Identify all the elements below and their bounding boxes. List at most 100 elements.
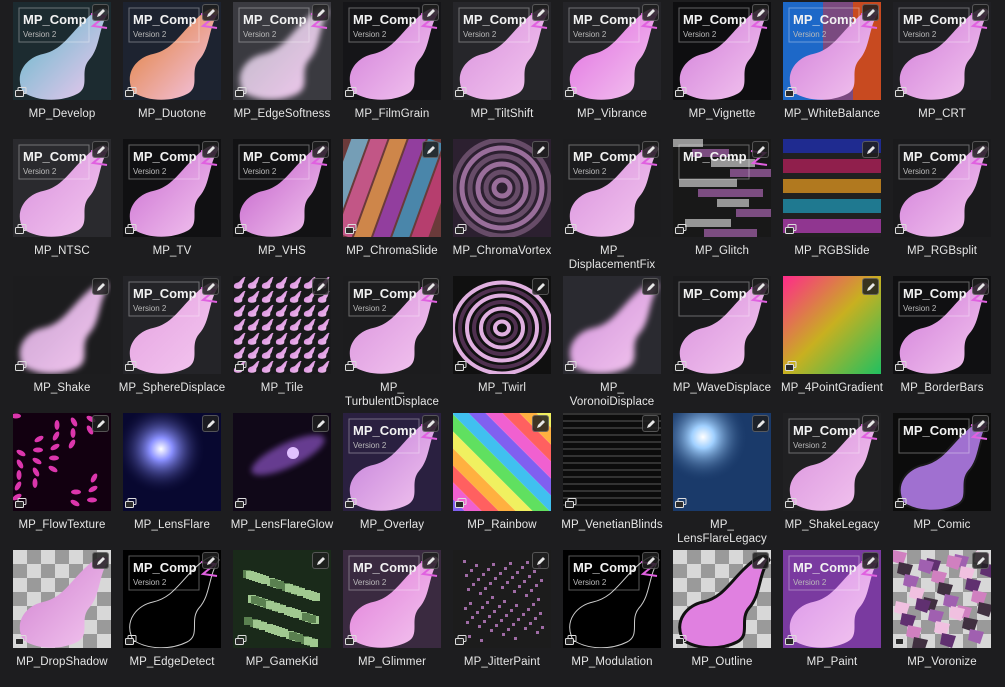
pencil-edit-icon[interactable]: [532, 552, 549, 569]
preset-thumbnail[interactable]: MP_Comp Version 2: [563, 550, 661, 648]
pencil-edit-icon[interactable]: [92, 141, 109, 158]
preset-thumbnail[interactable]: [233, 276, 331, 374]
preset-tile[interactable]: MP_Tile: [230, 276, 340, 413]
pencil-edit-icon[interactable]: [312, 552, 329, 569]
preset-tile[interactable]: MP_Comp Version 2 MP_EdgeSoftness: [230, 2, 340, 139]
preset-thumbnail[interactable]: [453, 550, 551, 648]
pencil-edit-icon[interactable]: [312, 141, 329, 158]
pencil-edit-icon[interactable]: [862, 278, 879, 295]
preset-thumbnail[interactable]: MP_Comp Version 2: [343, 2, 441, 100]
pencil-edit-icon[interactable]: [862, 415, 879, 432]
preset-thumbnail[interactable]: MP_Comp Version 2: [453, 2, 551, 100]
preset-tile[interactable]: MP_Twirl: [450, 276, 560, 413]
preset-tile[interactable]: MP_Comp Version 2 MP_Vignette: [670, 2, 780, 139]
pencil-edit-icon[interactable]: [532, 4, 549, 21]
preset-thumbnail[interactable]: MP_Comp Version 2: [893, 2, 991, 100]
pencil-edit-icon[interactable]: [752, 4, 769, 21]
preset-thumbnail[interactable]: [783, 276, 881, 374]
pencil-edit-icon[interactable]: [92, 415, 109, 432]
pencil-edit-icon[interactable]: [752, 415, 769, 432]
preset-tile[interactable]: MP_DropShadow: [10, 550, 120, 687]
preset-tile[interactable]: MP_Shake: [10, 276, 120, 413]
preset-thumbnail[interactable]: [233, 550, 331, 648]
preset-thumbnail[interactable]: MP_Comp Version 2: [893, 276, 991, 374]
preset-tile[interactable]: MP_Comp Version 2 MP_SphereDisplace: [119, 276, 230, 413]
preset-thumbnail[interactable]: MP_Comp Version 2: [563, 139, 661, 237]
preset-tile[interactable]: MP_4PointGradient: [780, 276, 890, 413]
preset-tile[interactable]: MP_Comp Version 2 MP_NTSC: [10, 139, 120, 276]
pencil-edit-icon[interactable]: [862, 552, 879, 569]
preset-thumbnail[interactable]: [893, 550, 991, 648]
preset-thumbnail[interactable]: [783, 139, 881, 237]
preset-tile[interactable]: MP_ VoronoiDisplace: [560, 276, 670, 413]
preset-tile[interactable]: MP_Comp Version 2 MP_TiltShift: [450, 2, 560, 139]
preset-tile[interactable]: MP_Comp Version 2 MP_ShakeLegacy: [780, 413, 890, 550]
preset-tile[interactable]: MP_Comp Version 2 MP_TV: [120, 139, 230, 276]
pencil-edit-icon[interactable]: [422, 552, 439, 569]
preset-tile[interactable]: MP_Comp Version 2 MP_ TurbulentDisplace: [340, 276, 450, 413]
preset-tile[interactable]: MP_RGBSlide: [780, 139, 890, 276]
preset-thumbnail[interactable]: MP_Comp Version 2: [783, 413, 881, 511]
pencil-edit-icon[interactable]: [862, 4, 879, 21]
preset-thumbnail[interactable]: [563, 276, 661, 374]
pencil-edit-icon[interactable]: [972, 552, 989, 569]
preset-thumbnail[interactable]: MP_Comp Version 2: [233, 139, 331, 237]
preset-tile[interactable]: MP_LensFlare: [120, 413, 230, 550]
pencil-edit-icon[interactable]: [972, 4, 989, 21]
pencil-edit-icon[interactable]: [972, 278, 989, 295]
pencil-edit-icon[interactable]: [642, 415, 659, 432]
preset-tile[interactable]: MP_LensFlareGlow: [230, 413, 340, 550]
pencil-edit-icon[interactable]: [202, 552, 219, 569]
preset-thumbnail[interactable]: [673, 550, 771, 648]
preset-thumbnail[interactable]: [453, 139, 551, 237]
preset-tile[interactable]: MP_Comp Version 2 MP_Paint: [780, 550, 890, 687]
preset-tile[interactable]: MP_JitterPaint: [450, 550, 560, 687]
preset-tile[interactable]: MP_ LensFlareLegacy: [670, 413, 780, 550]
pencil-edit-icon[interactable]: [202, 278, 219, 295]
pencil-edit-icon[interactable]: [312, 415, 329, 432]
preset-tile[interactable]: MP_GameKid: [230, 550, 340, 687]
preset-thumbnail[interactable]: MP_Comp Version 2: [13, 139, 111, 237]
preset-tile[interactable]: MP_Outline: [670, 550, 780, 687]
preset-thumbnail[interactable]: [453, 413, 551, 511]
pencil-edit-icon[interactable]: [532, 278, 549, 295]
pencil-edit-icon[interactable]: [422, 141, 439, 158]
pencil-edit-icon[interactable]: [862, 141, 879, 158]
preset-tile[interactable]: MP_Comp Version 2 MP_Develop: [10, 2, 120, 139]
preset-thumbnail[interactable]: [13, 276, 111, 374]
preset-tile[interactable]: MP_Comp Version 2 MP_WhiteBalance: [780, 2, 890, 139]
preset-thumbnail[interactable]: MP_Comp Version 2: [783, 550, 881, 648]
preset-thumbnail[interactable]: [453, 276, 551, 374]
pencil-edit-icon[interactable]: [972, 141, 989, 158]
preset-thumbnail[interactable]: MP_Comp: [673, 276, 771, 374]
preset-thumbnail[interactable]: [343, 139, 441, 237]
preset-thumbnail[interactable]: MP_Comp Version 2: [13, 2, 111, 100]
pencil-edit-icon[interactable]: [752, 141, 769, 158]
preset-thumbnail[interactable]: [123, 413, 221, 511]
preset-tile[interactable]: MP_Comp MP_Glitch: [670, 139, 780, 276]
pencil-edit-icon[interactable]: [202, 141, 219, 158]
preset-thumbnail[interactable]: MP_Comp Version 2: [343, 413, 441, 511]
preset-tile[interactable]: MP_Comp MP_WaveDisplace: [670, 276, 780, 413]
pencil-edit-icon[interactable]: [92, 4, 109, 21]
pencil-edit-icon[interactable]: [752, 278, 769, 295]
preset-tile[interactable]: MP_Comp Version 2 MP_ DisplacementFix: [560, 139, 670, 276]
pencil-edit-icon[interactable]: [972, 415, 989, 432]
preset-thumbnail[interactable]: [563, 413, 661, 511]
preset-thumbnail[interactable]: [13, 413, 111, 511]
preset-tile[interactable]: MP_FlowTexture: [10, 413, 120, 550]
preset-thumbnail[interactable]: [673, 413, 771, 511]
preset-thumbnail[interactable]: MP_Comp Version 2: [563, 2, 661, 100]
preset-tile[interactable]: MP_Comp Version 2 MP_Glimmer: [340, 550, 450, 687]
preset-thumbnail[interactable]: [13, 550, 111, 648]
pencil-edit-icon[interactable]: [422, 4, 439, 21]
preset-tile[interactable]: MP_Comp Version 2 MP_Duotone: [120, 2, 230, 139]
preset-tile[interactable]: MP_Comp Version 2 MP_EdgeDetect: [120, 550, 230, 687]
pencil-edit-icon[interactable]: [312, 4, 329, 21]
preset-thumbnail[interactable]: MP_Comp Version 2: [123, 550, 221, 648]
pencil-edit-icon[interactable]: [532, 415, 549, 432]
pencil-edit-icon[interactable]: [422, 415, 439, 432]
preset-thumbnail[interactable]: MP_Comp Version 2: [123, 276, 221, 374]
pencil-edit-icon[interactable]: [642, 141, 659, 158]
preset-tile[interactable]: MP_Comp Version 2 MP_VHS: [230, 139, 340, 276]
